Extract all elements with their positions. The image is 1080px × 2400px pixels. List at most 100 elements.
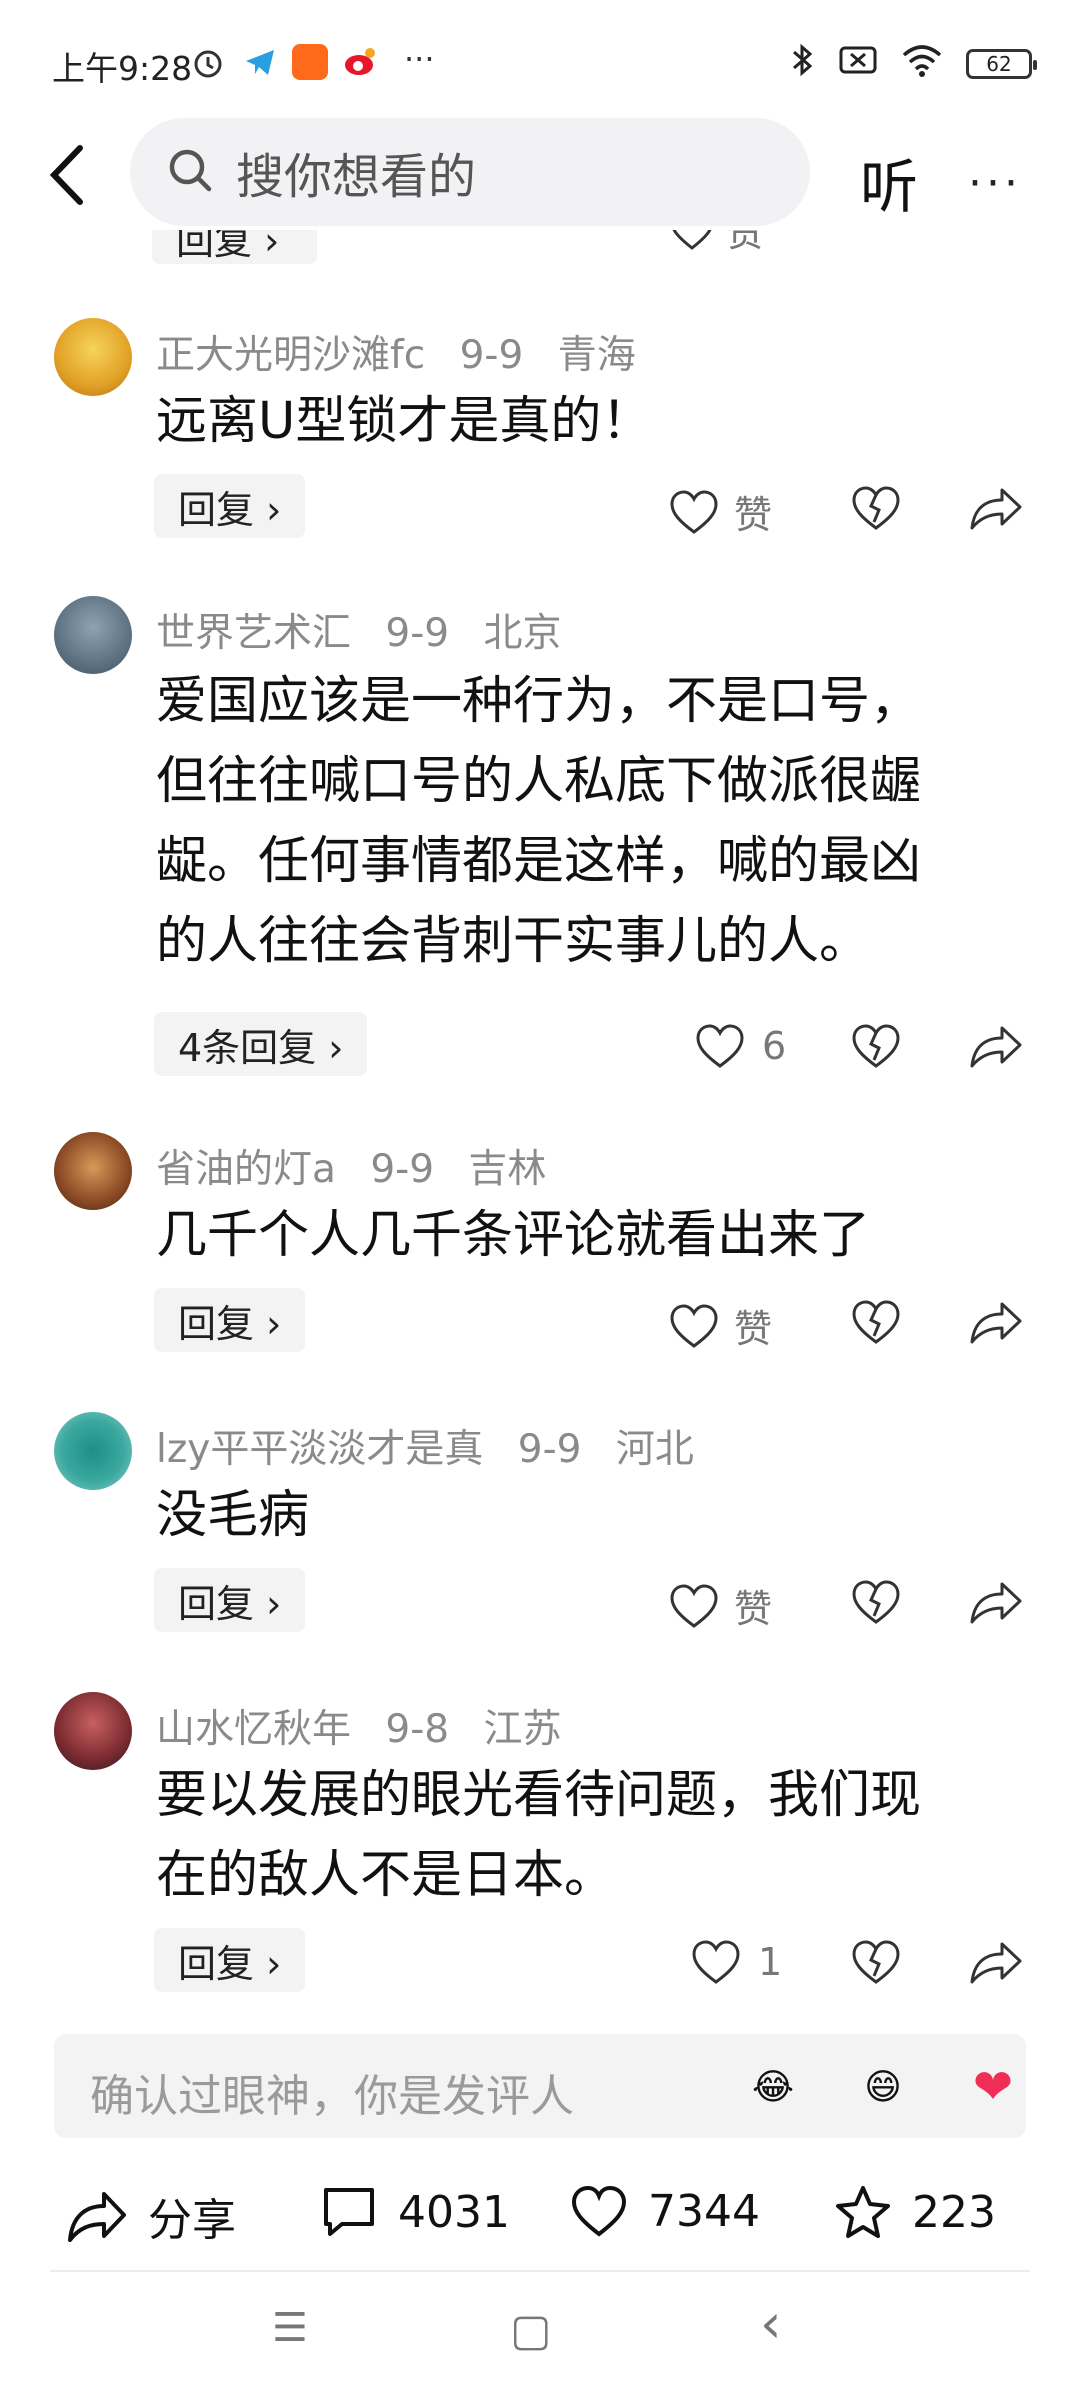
reply-button[interactable]: 回复 › [154,1928,306,1992]
more-options-button[interactable]: ··· [968,158,1022,209]
status-time: 上午9:28 [52,49,193,88]
like-count: 赞 [734,1587,773,1631]
battery-level: 62 [986,52,1012,76]
status-more-icon: ··· [404,40,435,78]
heart-icon [571,2185,627,2237]
comment-date: 9-9 [385,611,450,656]
avatar[interactable] [54,596,132,674]
share-button[interactable] [968,484,1024,532]
dislike-button[interactable] [850,1578,902,1626]
like-count: 赞 [726,230,765,255]
comment-item: lzy平平淡淡才是真 9-9 河北 没毛病 回复 › 赞 [0,1406,1080,1646]
dislike-button[interactable] [850,1298,902,1346]
comment-date: 9-9 [459,333,524,378]
comment-item: 省油的灯a 9-9 吉林 几千个人几千条评论就看出来了 回复 › 赞 [0,1126,1080,1366]
comment-item: 山水忆秋年 9-8 江苏 要以发展的眼光看待问题，我们现 在的敌人不是日本。 回… [0,1686,1080,2006]
comment-line: 龊。任何事情都是这样，喊的最凶 [156,832,922,891]
laugh-cry-emoji-icon[interactable]: 😂 [744,2058,802,2116]
comment-text: 远离U型锁才是真的！ [156,382,1026,462]
avatar[interactable] [54,318,132,396]
comment-input[interactable]: 确认过眼神，你是发评人 😂 😄 ❤ [54,2034,1026,2138]
search-placeholder: 搜你想看的 [236,149,477,205]
weibo-icon [342,44,378,80]
like-action[interactable]: 7344 [570,2184,760,2238]
like-button-partial[interactable]: 赞 [668,230,764,257]
search-input[interactable]: 搜你想看的 [130,118,810,226]
grin-emoji-icon[interactable]: 😄 [854,2058,912,2116]
comment-username[interactable]: 世界艺术汇 [156,611,351,656]
reply-button[interactable]: 回复 › [154,1288,306,1352]
telegram-icon [242,44,278,80]
comment-username[interactable]: 山水忆秋年 [156,1707,351,1752]
back-button[interactable] [40,140,100,210]
like-count: 赞 [734,493,773,537]
heart-emoji-icon[interactable]: ❤ [964,2058,1022,2116]
comment-region: 河北 [615,1427,694,1472]
like-count: 赞 [734,1307,773,1351]
dislike-button[interactable] [850,484,902,532]
reply-button[interactable]: 4条回复 › [154,1012,368,1076]
comment-icon [324,2188,374,2236]
comment-item: 世界艺术汇 9-9 北京 爱国应该是一种行为，不是口号， 但往往喊口号的人私底下… [0,590,1080,1080]
like-button[interactable]: 1 [690,1938,782,1986]
comment-region: 北京 [483,611,562,656]
comment-region: 江苏 [483,1707,562,1752]
top-bar: 搜你想看的 听 ··· [0,118,1080,230]
status-bar: 上午9:28 ··· 62 [0,0,1080,120]
comment-count: 4031 [398,2186,510,2238]
reply-button[interactable]: 回复 › [154,1568,306,1632]
like-button[interactable]: 赞 [668,1578,772,1633]
alarm-icon [190,44,226,80]
kuaishou-icon [292,44,328,80]
favorite-action[interactable]: 223 [834,2184,996,2240]
share-button[interactable] [968,1022,1024,1070]
search-icon [166,146,214,198]
comment-line: 没毛病 [156,1486,310,1545]
share-button[interactable] [968,1298,1024,1346]
comment-meta: 正大光明沙滩fc 9-9 青海 [156,324,658,380]
share-button[interactable] [968,1938,1024,1986]
comment-date: 9-9 [517,1427,582,1472]
comment-meta: 省油的灯a 9-9 吉林 [156,1138,568,1194]
like-count: 1 [758,1940,783,1984]
listen-button[interactable]: 听 [860,140,918,224]
like-button[interactable]: 6 [694,1022,786,1070]
partial-comment-actions: 回复 › 赞 [0,230,1080,270]
like-button[interactable]: 赞 [668,484,772,539]
comment-input-placeholder: 确认过眼神，你是发评人 [90,2071,574,2122]
bluetooth-icon [790,42,816,86]
dislike-button[interactable] [850,1938,902,1986]
comment-meta: 世界艺术汇 9-9 北京 [156,602,584,658]
bottom-action-bar: 分享 4031 7344 223 [0,2160,1080,2270]
comment-item: 正大光明沙滩fc 9-9 青海 远离U型锁才是真的！ 回复 › 赞 [0,312,1080,552]
share-label: 分享 [148,2195,236,2246]
avatar[interactable] [54,1692,132,1770]
like-count: 6 [762,1024,787,1068]
comment-region: 青海 [557,333,636,378]
nav-back-button[interactable]: ‹ [760,2292,782,2355]
comment-line: 爱国应该是一种行为，不是口号， [156,672,922,731]
comment-username[interactable]: 省油的灯a [156,1147,336,1192]
comment-username[interactable]: 正大光明沙滩fc [156,333,425,378]
dislike-button[interactable] [850,1022,902,1070]
nav-menu-button[interactable]: ☰ [272,2305,308,2351]
reply-button[interactable]: 回复 › [154,474,306,538]
comment-meta: lzy平平淡淡才是真 9-9 河北 [156,1418,716,1474]
comment-line: 的人往往会背刺干实事儿的人。 [156,912,871,971]
share-action[interactable]: 分享 [66,2184,236,2248]
comments-action[interactable]: 4031 [320,2184,510,2240]
share-button[interactable] [968,1578,1024,1626]
nav-home-button[interactable]: ▢ [510,2305,552,2356]
comment-text: 爱国应该是一种行为，不是口号， 但往往喊口号的人私底下做派很龌 龊。任何事情都是… [156,662,1026,982]
comment-text: 要以发展的眼光看待问题，我们现 在的敌人不是日本。 [156,1756,1026,1916]
comment-username[interactable]: lzy平平淡淡才是真 [156,1427,483,1472]
comment-line: 但往往喊口号的人私底下做派很龌 [156,752,922,811]
battery-icon: 62 [966,49,1037,79]
comment-region: 吉林 [468,1147,547,1192]
avatar[interactable] [54,1412,132,1490]
reply-button-partial[interactable]: 回复 › [152,230,317,264]
sim-off-icon [838,44,878,84]
wifi-icon [900,43,944,85]
avatar[interactable] [54,1132,132,1210]
like-button[interactable]: 赞 [668,1298,772,1353]
